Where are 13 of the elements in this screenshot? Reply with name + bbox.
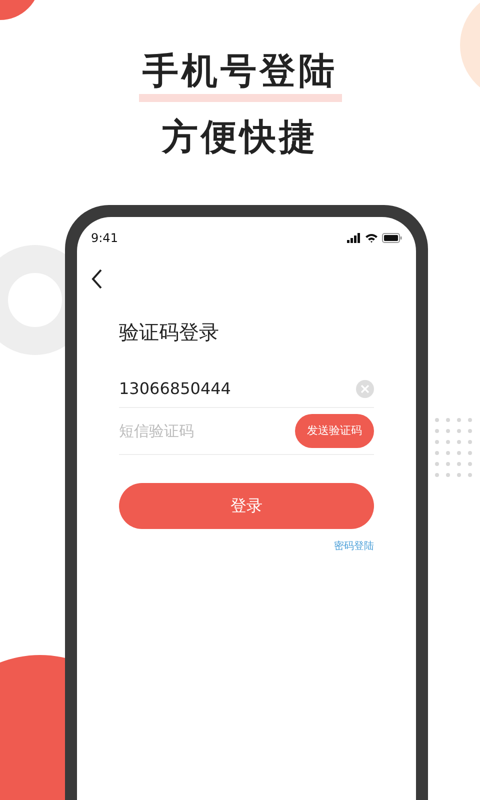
code-field[interactable]: 短信验证码: [119, 420, 269, 442]
signal-icon: [347, 233, 361, 243]
battery-icon: [382, 233, 402, 243]
headline-text: 手机号登陆: [142, 50, 338, 94]
screen-title: 验证码登录: [119, 319, 220, 346]
login-button[interactable]: 登录: [119, 483, 374, 529]
password-login-link[interactable]: 密码登陆: [334, 539, 374, 554]
phone-field[interactable]: 13066850444: [119, 373, 374, 408]
status-time: 9:41: [91, 230, 118, 247]
headline-text: 方便快捷: [162, 116, 318, 160]
back-icon[interactable]: [91, 269, 103, 289]
wifi-icon: [365, 233, 378, 243]
send-code-button[interactable]: 发送验证码: [295, 414, 374, 448]
